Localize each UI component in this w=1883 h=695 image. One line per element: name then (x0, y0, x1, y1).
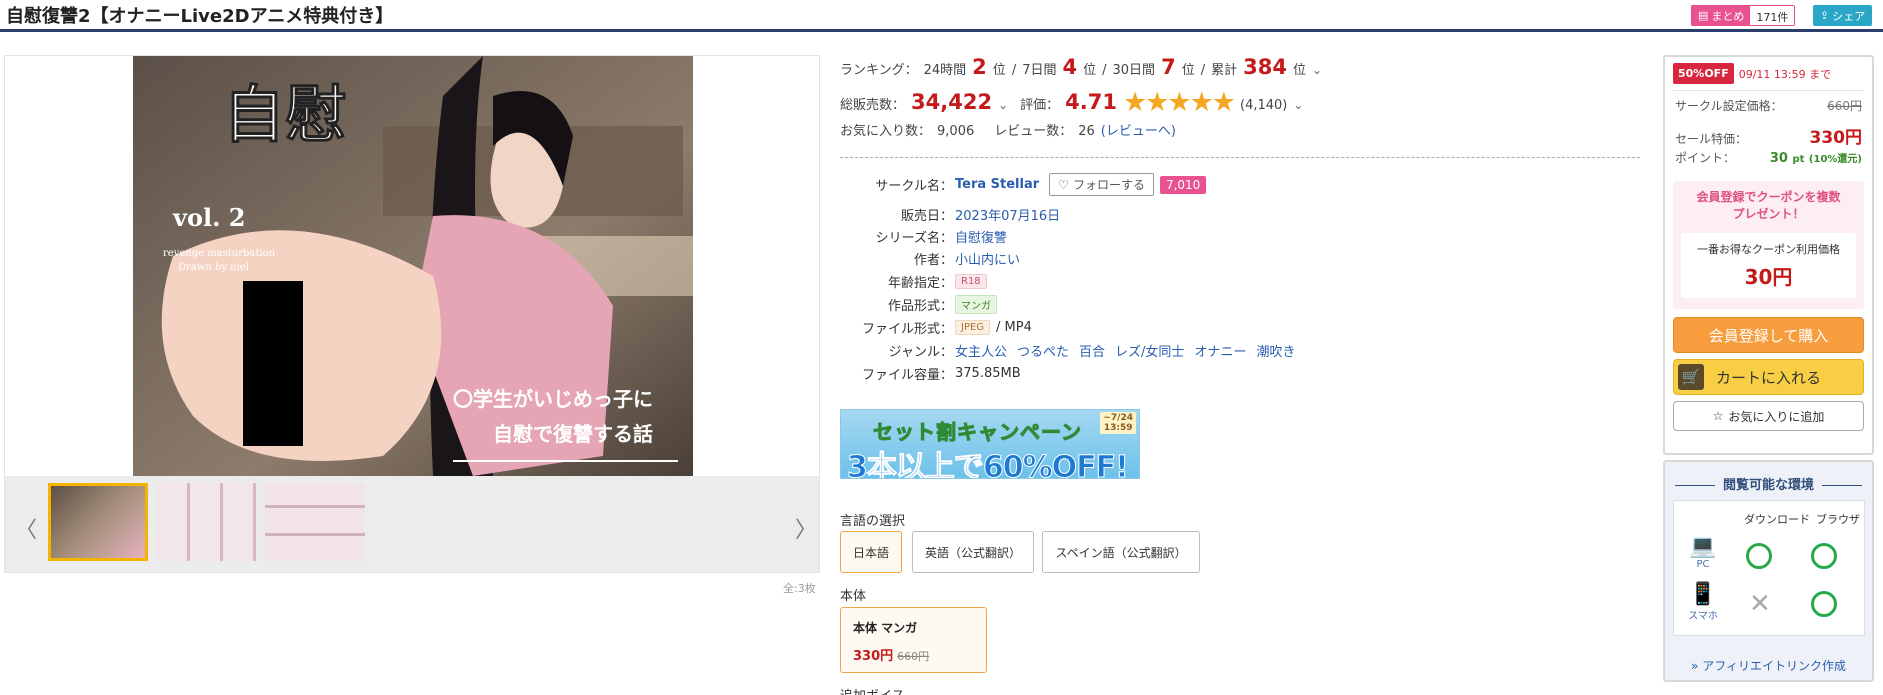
divider (840, 157, 1640, 158)
rank-24h: 2 (972, 55, 987, 79)
sales-count: 34,422 (911, 90, 993, 114)
svg-text:自慰: 自慰 (223, 78, 347, 151)
language-english[interactable]: 英語（公式翻訳） (912, 531, 1034, 573)
available-circle-icon (1811, 591, 1837, 617)
star-icon: ☆ (1712, 409, 1724, 423)
spec-author: 作者： 小山内にい (840, 249, 1020, 268)
laptop-icon: 💻 (1689, 534, 1717, 559)
pc-device: 💻 PC (1684, 534, 1722, 571)
spec-age: 年齢指定： R18 (840, 272, 987, 291)
smartphone-device: 📱 スマホ (1684, 582, 1722, 623)
smartphone-icon: 📱 (1689, 582, 1717, 607)
edition-option[interactable]: 本体 マンガ 330円 660円 (840, 607, 987, 673)
next-arrow-icon[interactable]: 〉 (795, 512, 817, 544)
thumbnail-1[interactable] (48, 483, 148, 561)
rank-30d: 7 (1161, 55, 1176, 79)
language-japanese[interactable]: 日本語 (840, 531, 902, 573)
matome-button[interactable]: ▤ まとめ 171件 (1691, 5, 1796, 26)
genre-link[interactable]: レズ/女同士 (1115, 341, 1184, 360)
image-count: 全:3枚 (783, 582, 816, 595)
star-rating-icon: ★★★★★ (1122, 87, 1236, 118)
edition-label: 本体 (840, 589, 867, 604)
environment-panel: 閲覧可能な環境 ダウンロード ブラウザ 💻 PC 📱 スマホ ✕ » アフィリエイト… (1663, 460, 1874, 682)
rank-7d: 4 (1062, 55, 1078, 79)
chevron-down-icon[interactable]: ⌄ (1312, 63, 1322, 77)
file-tag[interactable]: JPEG (955, 320, 991, 335)
review-count: 26 (1078, 124, 1095, 139)
spec-file: ファイル形式： JPEG / MP4 (861, 320, 1032, 337)
rating-value: 4.71 (1065, 90, 1117, 114)
chevron-down-icon[interactable]: ⌄ (998, 98, 1008, 112)
available-circle-icon (1746, 543, 1772, 569)
follow-button[interactable]: ♡ フォローする (1049, 173, 1154, 196)
share-icon: ⇪ (1820, 9, 1830, 22)
author-link[interactable]: 小山内にい (955, 249, 1020, 268)
spec-form: 作品形式： マンガ (840, 295, 997, 314)
genre-link[interactable]: 潮吹き (1256, 341, 1295, 360)
title-bar: 自慰復讐2【オナニーLive2Dアニメ特典付き】 ▤ まとめ 171件 ⇪ シェア (0, 0, 1883, 32)
spec-circle: サークル名： Tera Stellar ♡ フォローする 7,010 (840, 173, 1207, 196)
image-gallery: 自慰 vol. 2 revenge masturbation Drawn by … (4, 55, 820, 573)
svg-text:Drawn by niel: Drawn by niel (178, 262, 249, 273)
discount-until: 09/11 13:59 まで (1738, 67, 1832, 81)
main-image[interactable]: 自慰 vol. 2 revenge masturbation Drawn by … (133, 56, 693, 476)
affiliate-link[interactable]: » アフィリエイトリンク作成 (1665, 657, 1872, 674)
age-tag[interactable]: R18 (955, 274, 987, 289)
matome-count: 171件 (1750, 6, 1795, 25)
cover-illustration: 自慰 vol. 2 revenge masturbation Drawn by … (133, 56, 693, 476)
spec-size: ファイル容量： 375.85MB (861, 366, 1021, 383)
genre-link[interactable]: 百合 (1079, 341, 1105, 360)
rating-count: (4,140) (1240, 98, 1288, 113)
circle-link[interactable]: Tera Stellar (955, 177, 1039, 192)
chevron-down-icon[interactable]: ⌄ (1293, 98, 1303, 112)
share-button[interactable]: ⇪ シェア (1813, 5, 1873, 26)
cart-icon: 🛒 (1678, 364, 1704, 390)
thumbnail-2[interactable] (157, 483, 257, 561)
ranking-row: ランキング： 24時間 2 位/ 7日間 4 位/ 30日間 7 位 / 累計 384 位 ⌄ (840, 55, 1323, 79)
language-spanish[interactable]: スペイン語（公式翻訳） (1042, 531, 1200, 573)
svg-text:vol. 2: vol. 2 (172, 203, 245, 232)
coupon-price: 30円 (1744, 265, 1793, 289)
prev-arrow-icon[interactable]: 〈 (15, 512, 37, 544)
date-link[interactable]: 2023年07月16日 (955, 205, 1060, 224)
svg-text:〇学生がいじめっ子に: 〇学生がいじめっ子に (453, 387, 653, 411)
review-link[interactable]: (レビューへ) (1101, 120, 1176, 139)
available-circle-icon (1811, 543, 1837, 569)
campaign-banner[interactable]: セット割キャンペーン 3本以上で60%OFF! ~7/24 13:59 (840, 409, 1140, 479)
svg-text:自慰で復讐する話: 自慰で復讐する話 (493, 422, 653, 446)
thumbnail-strip: 〈 〉 (5, 476, 819, 572)
svg-text:revenge masturbation: revenge masturbation (163, 248, 276, 259)
unavailable-cross-icon: ✕ (1749, 589, 1771, 619)
follow-count: 7,010 (1159, 175, 1207, 194)
sale-price-row: セール特価： 330円 (1675, 128, 1862, 148)
spec-date: 販売日： 2023年07月16日 (840, 205, 1060, 224)
heart-icon: ♡ (1058, 177, 1069, 192)
register-buy-button[interactable]: 会員登録して購入 (1673, 317, 1864, 353)
genre-link[interactable]: 女主人公 (955, 341, 1007, 360)
matome-label: ▤ まとめ (1692, 6, 1751, 25)
spec-genre: ジャンル： 女主人公 つるぺた 百合 レズ/女同士 オナニー 潮吹き (840, 341, 1296, 360)
thumbnail-3[interactable] (265, 483, 365, 561)
add-favorite-button[interactable]: ☆ お気に入りに追加 (1673, 401, 1864, 431)
add-to-cart-button[interactable]: 🛒 カートに入れる (1673, 359, 1864, 395)
page-title: 自慰復讐2【オナニーLive2Dアニメ特典付き】 (6, 6, 394, 27)
favorites-count: 9,006 (937, 124, 975, 139)
language-label: 言語の選択 (840, 514, 906, 529)
coupon-panel[interactable]: 会員登録でクーポンを複数 プレゼント！ 一番お得なクーポン利用価格 30円 (1673, 181, 1864, 309)
series-link[interactable]: 自慰復讐 (955, 227, 1007, 246)
spec-series: シリーズ名： 自慰復讐 (840, 227, 1007, 246)
favorites-row: お気に入り数： 9,006 レビュー数： 26 (レビューへ) (840, 120, 1176, 146)
point-row: ポイント： 30 pt (10%還元) (1675, 151, 1862, 166)
genre-link[interactable]: つるぺた (1017, 341, 1069, 360)
discount-badge: 50%OFF (1673, 63, 1734, 84)
rank-total: 384 (1243, 55, 1287, 79)
base-price-row: サークル設定価格： 660円 (1675, 99, 1862, 113)
list-icon: ▤ (1698, 9, 1709, 22)
form-tag[interactable]: マンガ (955, 295, 997, 314)
environment-title: 閲覧可能な環境 (1665, 474, 1872, 493)
purchase-box: 50%OFF 09/11 13:59 まで サークル設定価格： 660円 セール特… (1663, 55, 1874, 455)
additional-voice-label: 追加ボイス (840, 685, 905, 695)
genre-link[interactable]: オナニー (1194, 341, 1246, 360)
sales-row: 総販売数： 34,422 ⌄ 評価： 4.71 ★★★★★ (4,140) ⌄ (840, 87, 1304, 118)
